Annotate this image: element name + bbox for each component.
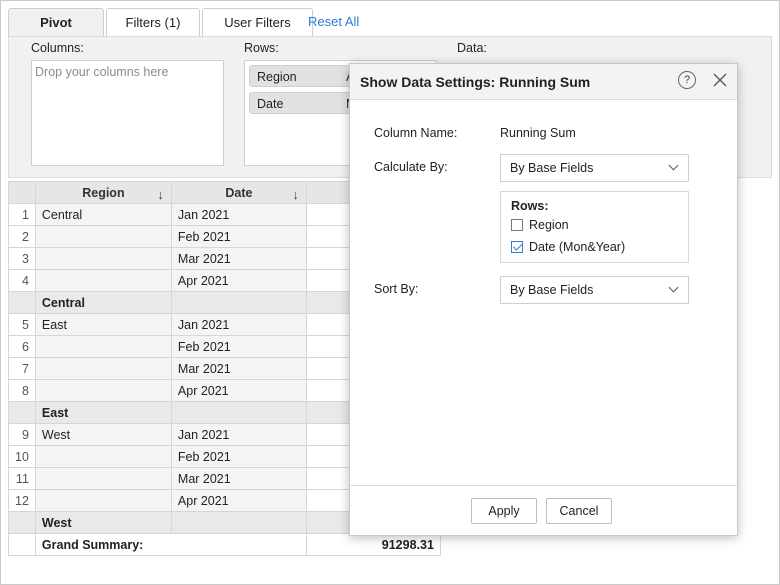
subtotal-label: East <box>34 401 172 424</box>
subtotal-date-cell <box>170 401 307 424</box>
sort-by-select[interactable]: By Base Fields <box>500 276 689 304</box>
row-number <box>8 511 36 534</box>
dialog-title: Show Data Settings: Running Sum <box>360 74 591 90</box>
date-cell[interactable]: Mar 2021 <box>170 357 307 380</box>
region-cell[interactable] <box>34 467 172 490</box>
row-number: 7 <box>8 357 36 380</box>
close-icon[interactable] <box>712 72 728 88</box>
row-number <box>8 291 36 314</box>
row-number <box>8 533 36 556</box>
row-number: 10 <box>8 445 36 468</box>
region-cell[interactable] <box>34 357 172 380</box>
row-option-label: Date (Mon&Year) <box>529 240 626 254</box>
show-data-settings-dialog: Show Data Settings: Running Sum ? Column… <box>349 63 738 536</box>
subtotal-label: West <box>34 511 172 534</box>
chevron-down-icon <box>668 282 679 293</box>
row-number: 6 <box>8 335 36 358</box>
row-number: 2 <box>8 225 36 248</box>
sort-arrow-icon[interactable]: ↓ <box>292 187 299 202</box>
checkbox-date[interactable] <box>511 241 523 253</box>
column-name-value: Running Sum <box>500 126 576 140</box>
tab-pivot[interactable]: Pivot <box>8 8 104 36</box>
sort-arrow-icon[interactable]: ↓ <box>157 187 164 202</box>
subtotal-label: Central <box>34 291 172 314</box>
row-number: 11 <box>8 467 36 490</box>
columns-placeholder: Drop your columns here <box>35 65 169 79</box>
date-cell[interactable]: Mar 2021 <box>170 467 307 490</box>
rows-options-title: Rows: <box>511 199 549 213</box>
rows-label: Rows: <box>244 41 279 55</box>
region-cell[interactable]: East <box>34 313 172 336</box>
date-cell[interactable]: Jan 2021 <box>170 423 307 446</box>
dialog-header: Show Data Settings: Running Sum ? <box>350 64 737 100</box>
grand-summary-row: Grand Summary: 91298.31 <box>8 533 441 556</box>
region-cell[interactable] <box>34 225 172 248</box>
row-option-label: Region <box>529 218 569 232</box>
subtotal-date-cell <box>170 511 307 534</box>
region-cell[interactable]: West <box>34 423 172 446</box>
date-cell[interactable]: Apr 2021 <box>170 379 307 402</box>
date-cell[interactable]: Apr 2021 <box>170 269 307 292</box>
date-cell[interactable]: Feb 2021 <box>170 225 307 248</box>
tab-filters[interactable]: Filters (1) <box>106 8 200 36</box>
date-cell[interactable]: Feb 2021 <box>170 445 307 468</box>
sort-by-label: Sort By: <box>374 282 419 296</box>
row-number: 9 <box>8 423 36 446</box>
row-option-region[interactable]: Region <box>511 218 569 232</box>
header-region[interactable]: Region ↓ <box>34 181 172 204</box>
region-cell[interactable] <box>34 335 172 358</box>
date-cell[interactable]: Jan 2021 <box>170 203 307 226</box>
row-number <box>8 401 36 424</box>
tab-bar: Pivot Filters (1) User Filters <box>8 8 313 36</box>
row-number: 5 <box>8 313 36 336</box>
row-number: 4 <box>8 269 36 292</box>
header-date[interactable]: Date ↓ <box>170 181 307 204</box>
region-cell[interactable] <box>34 269 172 292</box>
columns-drop-zone[interactable]: Drop your columns here <box>31 60 224 166</box>
data-label: Data: <box>457 41 487 55</box>
rows-options-box: Rows: Region Date (Mon&Year) <box>500 191 689 263</box>
calculate-by-select[interactable]: By Base Fields <box>500 154 689 182</box>
row-number: 12 <box>8 489 36 512</box>
row-number: 3 <box>8 247 36 270</box>
calculate-by-label: Calculate By: <box>374 160 448 174</box>
help-icon[interactable]: ? <box>678 71 696 89</box>
row-option-date[interactable]: Date (Mon&Year) <box>511 240 625 254</box>
cancel-button[interactable]: Cancel <box>546 498 612 524</box>
apply-button[interactable]: Apply <box>471 498 537 524</box>
tab-user-filters[interactable]: User Filters <box>202 8 313 36</box>
column-name-label: Column Name: <box>374 126 458 140</box>
region-cell[interactable] <box>34 247 172 270</box>
grand-summary-label: Grand Summary: <box>34 533 307 556</box>
grand-summary-value: 91298.31 <box>305 533 441 556</box>
reset-all-link[interactable]: Reset All <box>308 14 359 29</box>
date-cell[interactable]: Jan 2021 <box>170 313 307 336</box>
region-cell[interactable]: Central <box>34 203 172 226</box>
region-cell[interactable] <box>34 445 172 468</box>
region-cell[interactable] <box>34 489 172 512</box>
subtotal-date-cell <box>170 291 307 314</box>
date-cell[interactable]: Mar 2021 <box>170 247 307 270</box>
columns-label: Columns: <box>31 41 84 55</box>
row-number: 1 <box>8 203 36 226</box>
row-number: 8 <box>8 379 36 402</box>
region-cell[interactable] <box>34 379 172 402</box>
checkbox-region[interactable] <box>511 219 523 231</box>
chevron-down-icon <box>668 160 679 171</box>
date-cell[interactable]: Feb 2021 <box>170 335 307 358</box>
row-number-header <box>8 181 36 204</box>
dialog-footer: Apply Cancel <box>350 485 737 535</box>
date-cell[interactable]: Apr 2021 <box>170 489 307 512</box>
